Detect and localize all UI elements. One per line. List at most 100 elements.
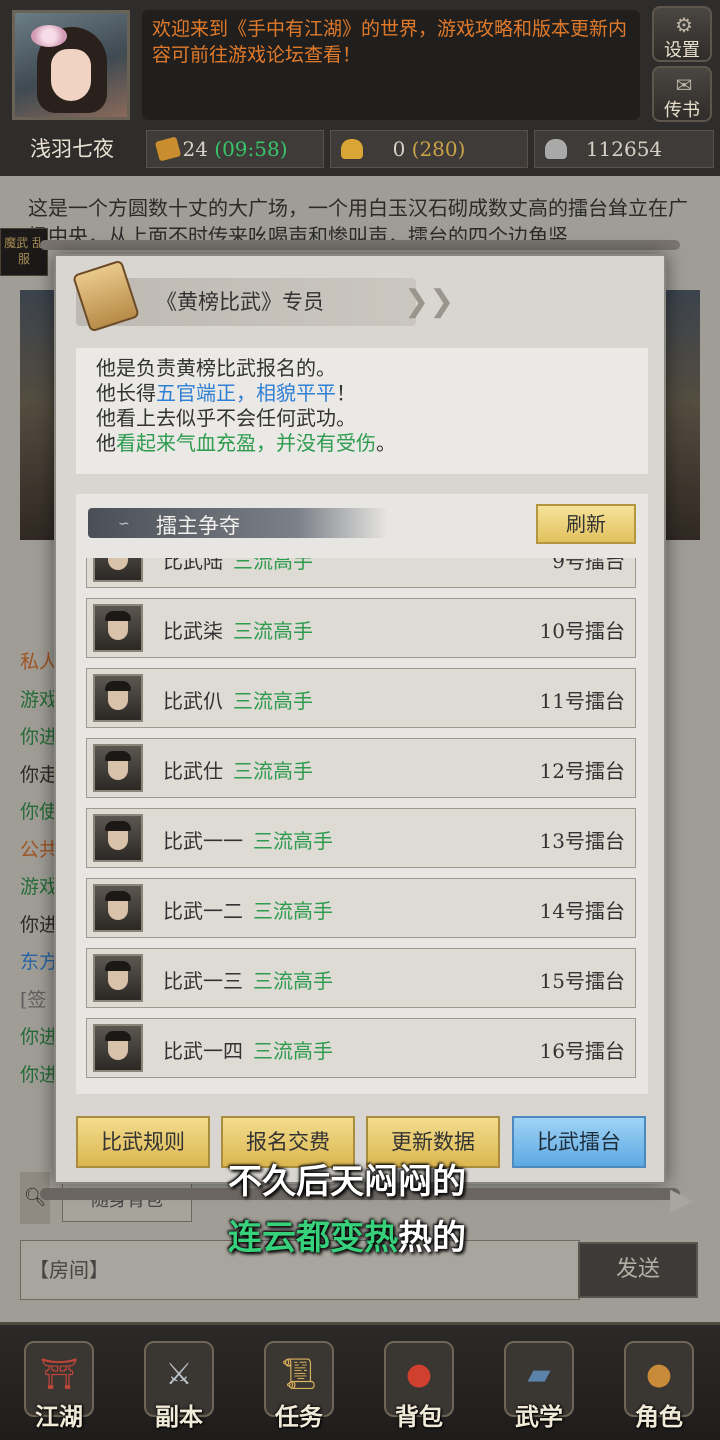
subtitle-rest: 热的 [398, 1218, 466, 1258]
bottom-nav: ⛩ 江湖 ⚔ 副本 📜︎ 任务 ● 背包 ▰ 武学 ● 角色 [0, 1322, 720, 1440]
energy-timer: (09:58) [214, 137, 288, 161]
scroll-icon: 📜︎ [279, 1357, 319, 1392]
info-appearance: 五官端正，相貌平平 [156, 381, 336, 405]
avatar-flower [31, 25, 67, 47]
arena-number: 14号擂台 [539, 899, 625, 923]
info-text: 他看上去似乎不会任何武功。 [96, 406, 356, 430]
resource-silver: 112654 [534, 130, 714, 168]
info-line-3: 他看上去似乎不会任何武功。 [96, 406, 628, 431]
arena-number: 11号擂台 [539, 689, 625, 713]
settings-button[interactable]: ⚙ 设置 [652, 6, 712, 62]
fighter-rank: 三流高手 [253, 899, 333, 923]
top-header: 欢迎来到《手中有江湖》的世界，游戏攻略和版本更新内容可前往游戏论坛查看！ ⚙ 设… [0, 0, 720, 176]
nav-martial[interactable]: ▰ 武学 [498, 1341, 580, 1433]
mail-button[interactable]: ✉ 传书 [652, 66, 712, 122]
arena-row[interactable]: 比武陆 三流高手 9号擂台 [86, 558, 636, 588]
arena-number: 16号擂台 [539, 1039, 625, 1063]
player-name: 浅羽七夜 [30, 137, 114, 161]
fighter-portrait [93, 814, 143, 862]
info-text: 他长得 [96, 381, 156, 405]
fighter-portrait [93, 558, 143, 582]
nav-label: 任务 [275, 1402, 323, 1431]
arena-row[interactable]: 比武一一 三流高手 13号擂台 [86, 808, 636, 868]
arena-row[interactable]: 比武一二 三流高手 14号擂台 [86, 878, 636, 938]
info-line-4: 他看起来气血充盈，并没有受伤。 [96, 431, 628, 456]
resource-energy: 24 (09:58) [146, 130, 324, 168]
npc-info: 他是负责黄榜比武报名的。 他长得五官端正，相貌平平！ 他看上去似乎不会任何武功。… [76, 348, 648, 474]
nav-label: 武学 [515, 1402, 563, 1431]
fighter-name: 比武陆 [163, 558, 223, 573]
nav-tasks[interactable]: 📜︎ 任务 [258, 1341, 340, 1433]
fighter-rank: 三流高手 [233, 619, 313, 643]
info-text: 。 [376, 431, 396, 455]
scroll-rod-top [40, 240, 680, 250]
fighter-name: 比武仕 [163, 759, 223, 783]
fighter-name: 比武一二 [163, 899, 243, 923]
arena-number: 15号擂台 [539, 969, 625, 993]
nav-label: 背包 [395, 1402, 443, 1431]
rules-button[interactable]: 比武规则 [76, 1116, 210, 1168]
fighter-rank: 三流高手 [253, 829, 333, 853]
nav-dungeon[interactable]: ⚔ 副本 [138, 1341, 220, 1433]
gourd-icon: ● [645, 1357, 673, 1392]
fighter-rank: 三流高手 [233, 759, 313, 783]
nav-jianghu[interactable]: ⛩ 江湖 [18, 1341, 100, 1433]
arena-number: 12号擂台 [539, 759, 625, 783]
nav-character[interactable]: ● 角色 [618, 1341, 700, 1433]
pagoda-icon: ⛩ [39, 1357, 79, 1392]
gold-extra: (280) [411, 137, 466, 161]
fighter-rank: 三流高手 [233, 558, 313, 573]
chevron-right-icon: ❯❯ [404, 284, 455, 319]
fighter-rank: 三流高手 [233, 689, 313, 713]
fighter-portrait [93, 604, 143, 652]
pouch-icon: ● [405, 1357, 433, 1392]
arena-row[interactable]: 比武仈 三流高手 11号擂台 [86, 668, 636, 728]
fighter-name: 比武仈 [163, 689, 223, 713]
arena-row[interactable]: 比武仕 三流高手 12号擂台 [86, 738, 636, 798]
info-text: ！ [336, 381, 356, 405]
settings-label: 设置 [664, 40, 700, 61]
arena-list[interactable]: 比武陆 三流高手 9号擂台 比武柒 三流高手 10号擂台 比武仈 三流高手 11… [86, 558, 638, 1088]
arena-number: 13号擂台 [539, 829, 625, 853]
nav-label: 副本 [155, 1402, 203, 1431]
subtitle-line-1: 不久后天闷闷的 [228, 1162, 466, 1202]
arena-list-panel: ∽ 擂主争夺 刷新 比武陆 三流高手 9号擂台 比武柒 三流高手 10号擂台 比… [76, 494, 648, 1094]
arena-registrar-dialog: 《黄榜比武》专员 ❯❯ 他是负责黄榜比武报名的。 他长得五官端正，相貌平平！ 他… [54, 254, 666, 1184]
nav-label: 江湖 [35, 1402, 83, 1431]
mail-label: 传书 [664, 100, 700, 121]
subtitle-line-2: 连云都变热热的 [228, 1210, 466, 1259]
info-health: 看起来气血充盈，并没有受伤 [116, 431, 376, 455]
arena-number: 9号擂台 [552, 558, 625, 573]
refresh-button[interactable]: 刷新 [536, 504, 636, 544]
arrow-right-icon: ▶ [670, 1182, 694, 1217]
fighter-name: 比武一一 [163, 829, 243, 853]
arena-number: 10号擂台 [539, 619, 625, 643]
section-title: 擂主争夺 [156, 514, 240, 538]
resource-gold: 0 (280) [330, 130, 528, 168]
avatar-face [51, 49, 91, 101]
envelope-icon: ✉ [675, 73, 693, 97]
book-icon: ▰ [527, 1357, 551, 1392]
fighter-rank: 三流高手 [253, 1039, 333, 1063]
fighter-rank: 三流高手 [253, 969, 333, 993]
fighter-name: 比武一四 [163, 1039, 243, 1063]
gold-value: 0 [392, 137, 406, 161]
nav-bag[interactable]: ● 背包 [378, 1341, 460, 1433]
fighter-portrait [93, 1024, 143, 1072]
player-avatar[interactable] [12, 10, 130, 120]
gear-icon: ⚙ [675, 13, 693, 37]
info-line-2: 他长得五官端正，相貌平平！ [96, 381, 628, 406]
info-text: 他是负责黄榜比武报名的。 [96, 356, 336, 380]
arena-row[interactable]: 比武一四 三流高手 16号擂台 [86, 1018, 636, 1078]
nav-label: 角色 [635, 1402, 683, 1431]
fighter-portrait [93, 674, 143, 722]
arena-row[interactable]: 比武柒 三流高手 10号擂台 [86, 598, 636, 658]
info-text: 他 [96, 431, 116, 455]
silver-value: 112654 [585, 137, 663, 161]
fighter-portrait [93, 954, 143, 1002]
system-notice: 欢迎来到《手中有江湖》的世界，游戏攻略和版本更新内容可前往游戏论坛查看！ [142, 10, 640, 120]
arena-button[interactable]: 比武擂台 [512, 1116, 646, 1168]
arena-row[interactable]: 比武一三 三流高手 15号擂台 [86, 948, 636, 1008]
swords-icon: ⚔ [165, 1357, 193, 1392]
dialog-title: 《黄榜比武》专员 [156, 290, 324, 314]
